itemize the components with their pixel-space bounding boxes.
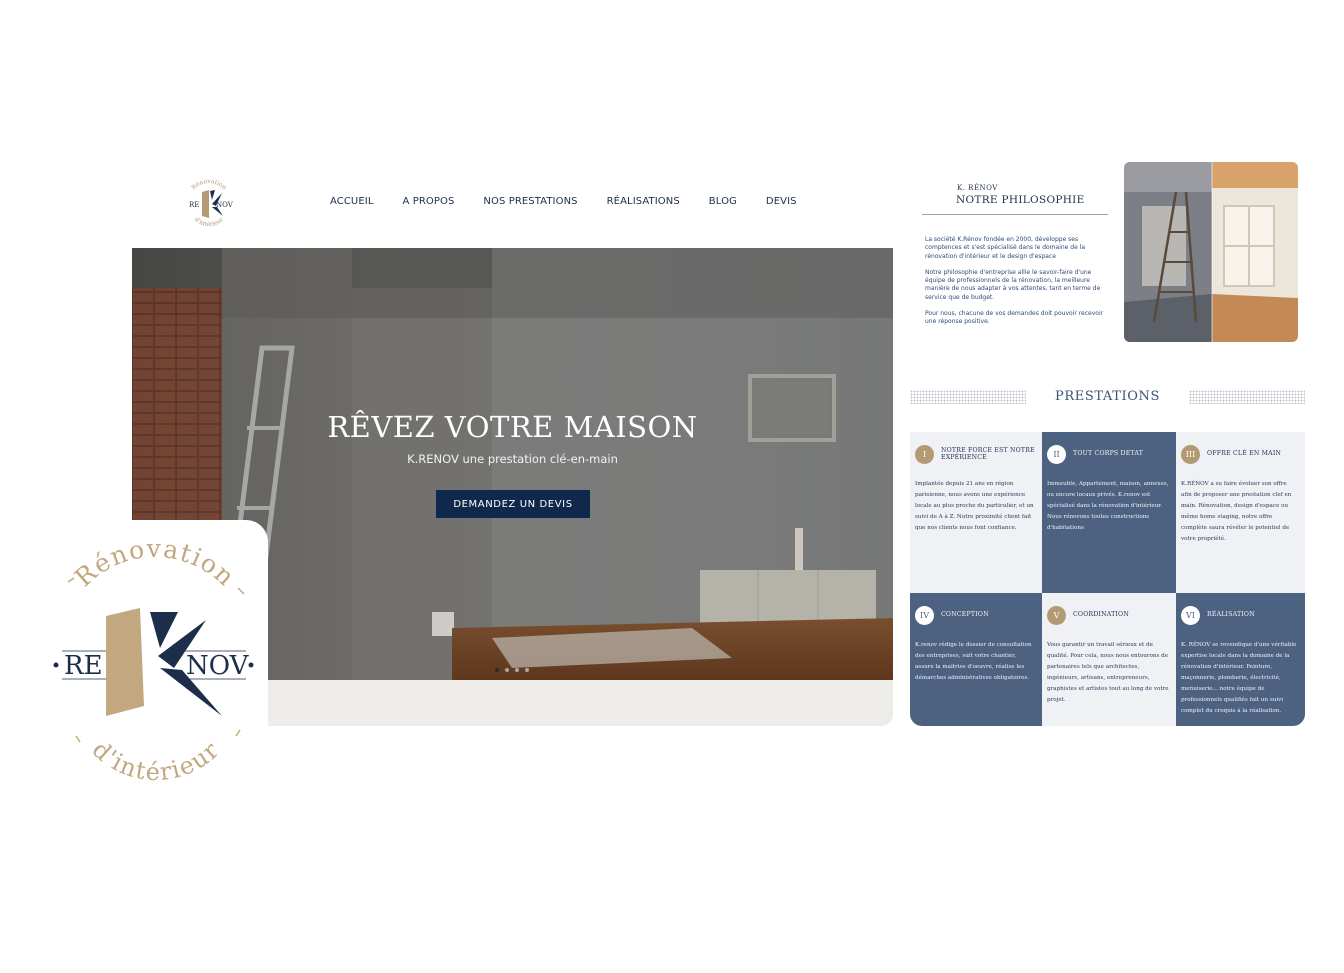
svg-text:Rénovation: Rénovation xyxy=(190,178,228,192)
philosophy-text: La société K.Rénov fondée en 2000, dével… xyxy=(925,236,1111,335)
logo-left-text: RE xyxy=(189,201,199,209)
prestations-grid: I NOTRE FORCE EST NOTRE EXPÉRIENCE Impla… xyxy=(910,432,1305,726)
prestation-body: Immeuble, Appartement, maison, annexes, … xyxy=(1047,481,1169,531)
philosophy-paragraph: Pour nous, chacune de vos demandes doit … xyxy=(925,310,1104,326)
prestation-title: OFFRE CLÉ EN MAIN xyxy=(1207,450,1282,458)
nav-accueil[interactable]: ACCUEIL xyxy=(330,196,374,207)
request-quote-button[interactable]: DEMANDEZ UN DEVIS xyxy=(436,490,590,518)
logo-top-text: Rénovation xyxy=(190,178,228,192)
carousel-dots xyxy=(495,668,529,672)
philosophy-paragraph: La société K.Rénov fondée en 2000, dével… xyxy=(925,236,1086,260)
nav-nos-prestations[interactable]: NOS PRESTATIONS xyxy=(483,196,577,207)
brand-logo-left-text: RE xyxy=(64,651,103,681)
nav-devis[interactable]: DEVIS xyxy=(766,196,797,207)
hero-title: RÊVEZ VOTRE MAISON xyxy=(327,410,698,444)
hero-subtitle: K.RENOV une prestation clé-en-main xyxy=(407,452,618,466)
nav-blog[interactable]: BLOG xyxy=(709,196,737,207)
prestation-card[interactable]: II TOUT CORPS DETAT Immeuble, Appartemen… xyxy=(1042,432,1176,593)
philosophy-paragraph: Notre philosophie d'entreprise allie le … xyxy=(925,268,1101,301)
prestation-card[interactable]: III OFFRE CLÉ EN MAIN K.RÉNOV a su faire… xyxy=(1176,432,1305,593)
nav-a-propos[interactable]: A PROPOS xyxy=(403,196,455,207)
numeral-badge: II xyxy=(1047,444,1066,464)
brand-logo-top-text: Rénovation xyxy=(69,534,240,592)
main-nav: ACCUEIL A PROPOS NOS PRESTATIONS RÉALISA… xyxy=(330,196,826,207)
logo-right-text: NOV xyxy=(216,201,234,209)
numeral-badge: III xyxy=(1181,444,1200,464)
svg-text:d'intérieur: d'intérieur xyxy=(193,216,225,228)
brand-logo-bottom-text: d'intérieur xyxy=(87,735,224,786)
carousel-dot-3[interactable] xyxy=(515,668,519,672)
prestation-card[interactable]: V COORDINATION Vous garantir un travail … xyxy=(1042,593,1176,726)
carousel-dot-2[interactable] xyxy=(505,668,509,672)
prestation-title: RÉALISATION xyxy=(1207,611,1255,619)
numeral-badge: VI xyxy=(1181,605,1200,625)
before-after-photo xyxy=(1124,162,1298,342)
prestation-title: TOUT CORPS DETAT xyxy=(1073,450,1144,458)
prestation-title: COORDINATION xyxy=(1073,611,1129,619)
prestation-body: K.RÉNOV a su faire évoluer son offre afi… xyxy=(1181,481,1292,542)
logo-bottom-text: d'intérieur xyxy=(193,216,225,228)
carousel-dot-4[interactable] xyxy=(525,668,529,672)
svg-text:Rénovation: Rénovation xyxy=(69,534,241,592)
brand-logo-card: Rénovation d'intérieur RE NOV xyxy=(0,520,268,790)
brand-logo-right-text: NOV xyxy=(186,651,250,681)
prestation-title: NOTRE FORCE EST NOTRE EXPÉRIENCE xyxy=(941,446,1035,462)
prestation-body: Vous garantir un travail sérieux et de q… xyxy=(1047,642,1169,703)
carousel-dot-1[interactable] xyxy=(495,668,499,672)
philosophy-kicker: K. RÉNOV xyxy=(957,184,998,192)
prestation-card[interactable]: I NOTRE FORCE EST NOTRE EXPÉRIENCE Impla… xyxy=(910,432,1042,593)
site-logo[interactable]: Rénovation d'intérieur RE NOV xyxy=(176,166,242,240)
site-header: Rénovation d'intérieur RE NOV ACCUEIL A … xyxy=(132,160,893,248)
philosophy-title: NOTRE PHILOSOPHIE xyxy=(956,194,1085,206)
numeral-badge: IV xyxy=(915,605,934,625)
dot-pattern-right xyxy=(1189,390,1305,404)
numeral-badge: V xyxy=(1047,605,1066,625)
prestation-body: K.renov rédige le dossier de consultatio… xyxy=(915,642,1032,681)
svg-text:d'intérieur: d'intérieur xyxy=(87,735,225,786)
philosophy-divider xyxy=(922,214,1108,215)
prestation-body: Implantée depuis 21 ans en région parisi… xyxy=(915,481,1034,531)
nav-realisations[interactable]: RÉALISATIONS xyxy=(607,196,680,207)
prestation-card[interactable]: IV CONCEPTION K.renov rédige le dossier … xyxy=(910,593,1042,726)
prestation-body: K. RÉNOV se revendique d'une véritable e… xyxy=(1181,642,1297,714)
prestation-card[interactable]: VI RÉALISATION K. RÉNOV se revendique d'… xyxy=(1176,593,1305,726)
prestations-header: PRESTATIONS xyxy=(910,386,1305,408)
numeral-badge: I xyxy=(915,444,934,464)
philosophy-section: K. RÉNOV NOTRE PHILOSOPHIE La société K.… xyxy=(920,162,1300,344)
prestation-title: CONCEPTION xyxy=(941,611,989,619)
